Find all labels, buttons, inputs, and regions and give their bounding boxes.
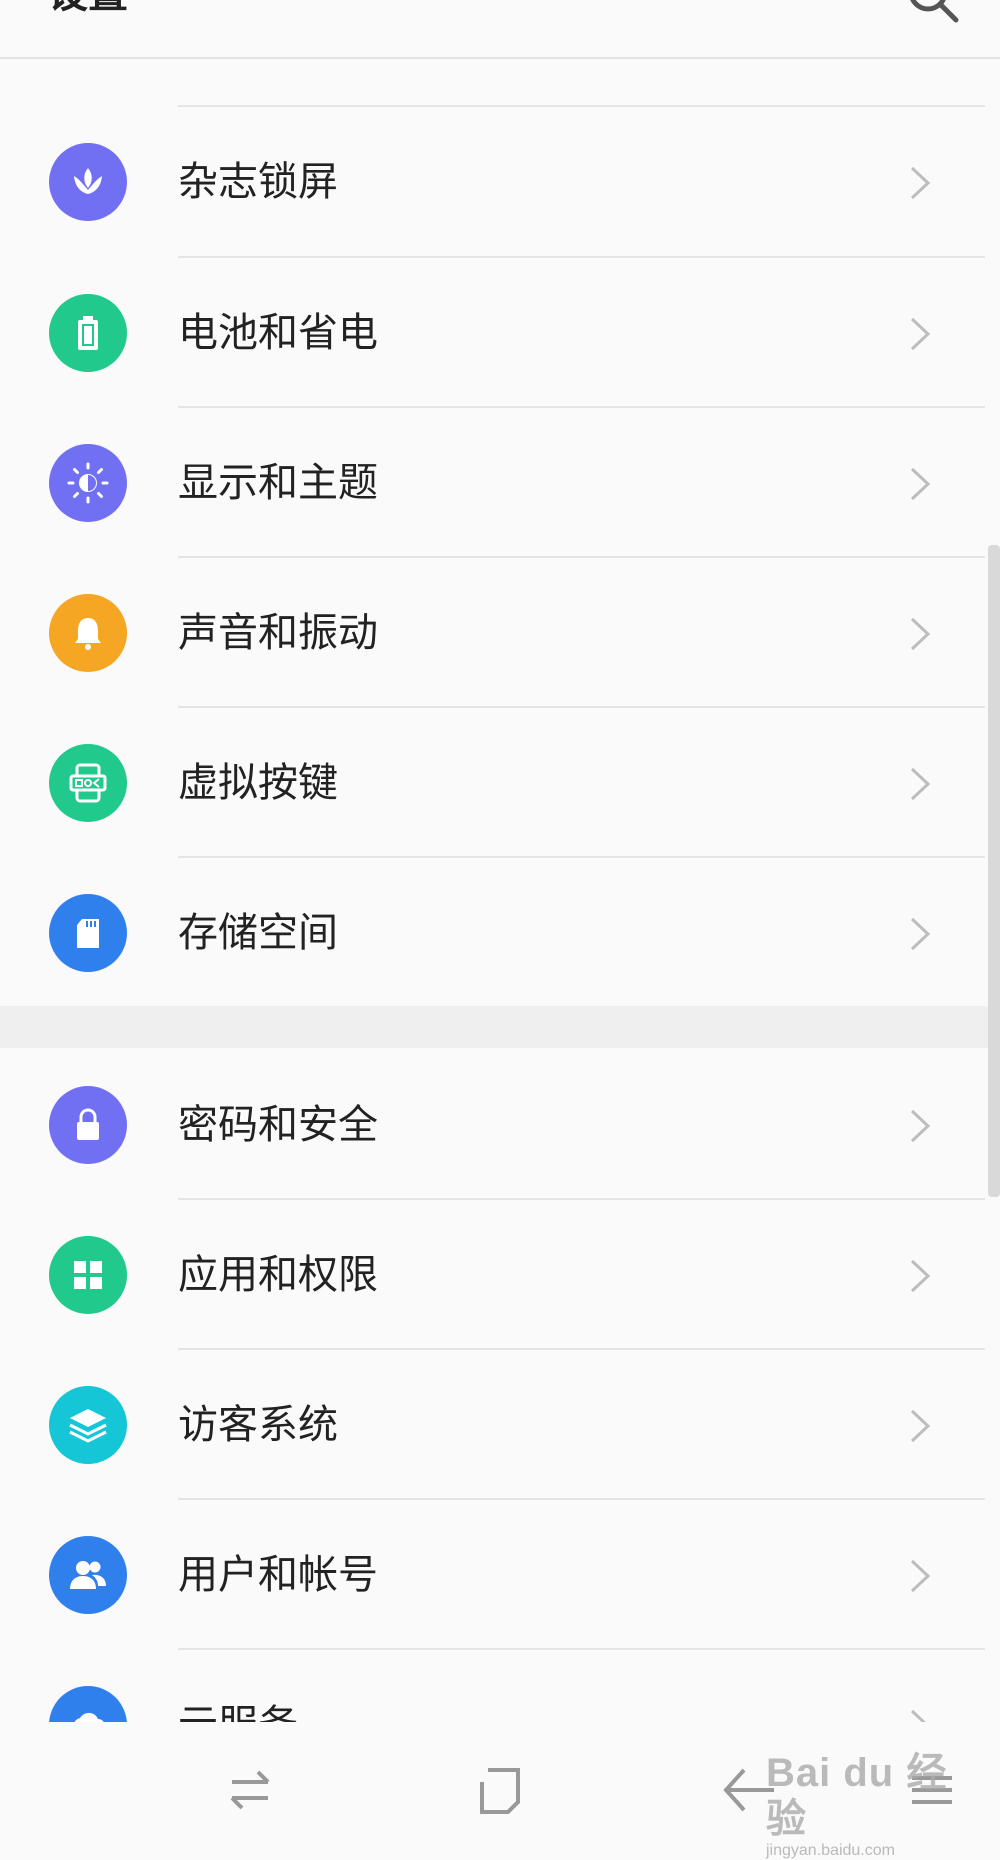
settings-item-apps-permissions[interactable]: 应用和权限	[0, 1200, 985, 1350]
brightness-icon	[49, 444, 127, 522]
layers-icon	[49, 1386, 127, 1464]
settings-item-sound[interactable]: 声音和振动	[0, 558, 985, 708]
virtual-keys-icon	[49, 744, 127, 822]
chevron-right-icon	[910, 617, 931, 651]
scrollbar[interactable]	[988, 545, 1000, 1197]
chevron-right-icon	[910, 1409, 931, 1443]
settings-item-battery[interactable]: 电池和省电	[0, 258, 985, 408]
settings-item-label: 云服务	[178, 1694, 298, 1722]
chevron-right-icon	[910, 917, 931, 951]
settings-item-label: 虚拟按键	[178, 760, 338, 806]
settings-item-label: 用户和帐号	[178, 1552, 378, 1598]
settings-item-display[interactable]: 显示和主题	[0, 408, 985, 558]
battery-icon	[49, 294, 127, 372]
settings-item-label: 显示和主题	[178, 460, 378, 506]
settings-item-magazine-lockscreen[interactable]: 杂志锁屏	[0, 107, 985, 257]
settings-item-label: 应用和权限	[178, 1252, 378, 1298]
chevron-right-icon	[910, 317, 931, 351]
sd-card-icon	[49, 894, 127, 972]
lock-icon	[49, 1086, 127, 1164]
bell-icon	[49, 594, 127, 672]
settings-item-guest[interactable]: 访客系统	[0, 1350, 985, 1500]
settings-item-label: 杂志锁屏	[178, 159, 338, 205]
baidu-jingyan-watermark: Bai du 经验 jingyan.baidu.com	[766, 1751, 948, 1859]
cloud-icon	[49, 1686, 127, 1722]
chevron-right-icon	[910, 1109, 931, 1143]
lotus-icon	[49, 143, 127, 221]
settings-item-label: 存储空间	[178, 910, 338, 956]
settings-item-storage[interactable]: 存储空间	[0, 858, 985, 1008]
chevron-right-icon	[910, 1259, 931, 1293]
home-icon[interactable]	[468, 1758, 532, 1822]
chevron-right-icon	[910, 1709, 926, 1722]
settings-item-password-security[interactable]: 密码和安全	[0, 1050, 985, 1200]
section-separator	[0, 1006, 1000, 1048]
settings-item-label: 声音和振动	[178, 610, 378, 656]
chevron-right-icon	[910, 767, 931, 801]
search-icon[interactable]	[906, 0, 962, 26]
app-header: 设置	[0, 0, 1000, 59]
settings-item-virtual-keys[interactable]: 虚拟按键	[0, 708, 985, 858]
chevron-right-icon	[910, 166, 931, 200]
settings-item-label: 密码和安全	[178, 1102, 378, 1148]
settings-list: 杂志锁屏 电池和省电 显示和主题 声音和振动 虚拟按键 存储空间 密码和安全 应…	[0, 0, 1000, 1722]
settings-item-users-accounts[interactable]: 用户和帐号	[0, 1500, 985, 1650]
chevron-right-icon	[910, 467, 931, 501]
settings-item-label: 访客系统	[178, 1402, 338, 1448]
chevron-right-icon	[910, 1559, 931, 1593]
settings-item-cloud[interactable]: 云服务	[0, 1650, 985, 1722]
switch-apps-icon[interactable]	[218, 1758, 282, 1822]
apps-grid-icon	[49, 1236, 127, 1314]
users-icon	[49, 1536, 127, 1614]
page-title: 设置	[48, 0, 128, 18]
settings-item-label: 电池和省电	[178, 310, 378, 356]
